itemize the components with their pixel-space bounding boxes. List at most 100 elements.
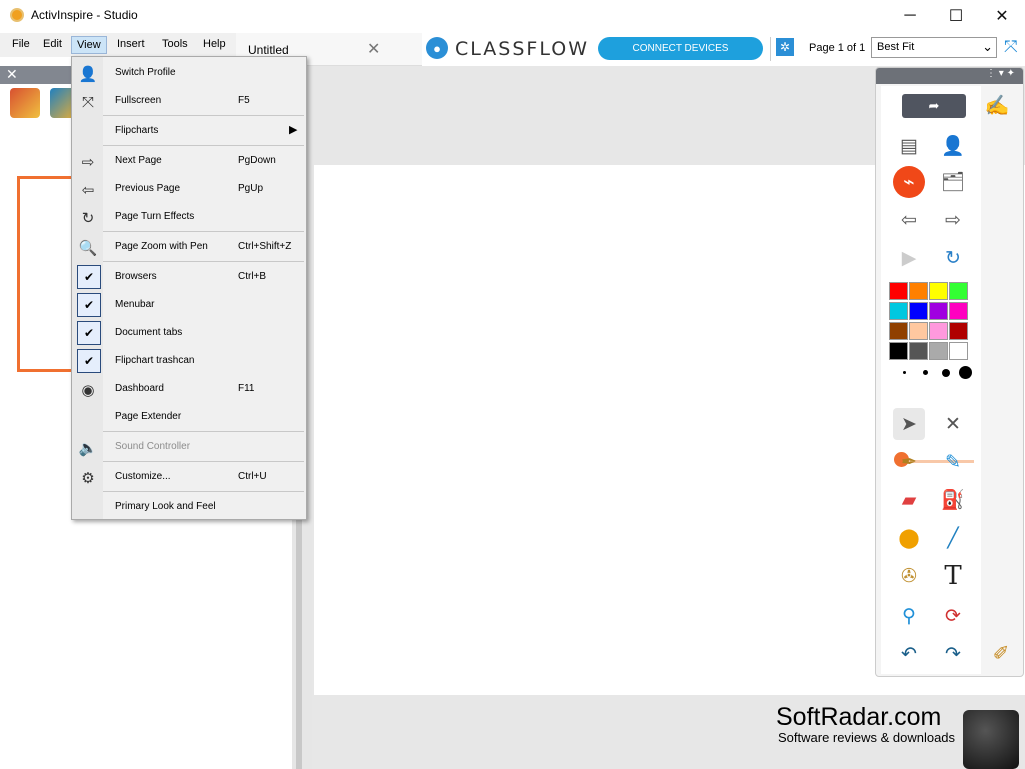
menu-help[interactable]: Help (198, 36, 231, 52)
window-title: ActivInspire - Studio (31, 8, 138, 22)
minimize-button[interactable]: ─ (887, 0, 933, 32)
tab-close-icon[interactable]: ✕ (367, 39, 380, 59)
title-bar: ActivInspire - Studio ─ ☐ ✕ (0, 0, 1025, 32)
toolbox-options-icon[interactable]: ⋮ ▾ ✦ (986, 68, 1015, 79)
menu-item-shortcut: PgUp (238, 183, 264, 194)
redo-icon[interactable]: ↷ (937, 638, 969, 670)
color-swatch[interactable] (909, 342, 928, 360)
menu-edit[interactable]: Edit (38, 36, 67, 52)
toolbox-header[interactable]: ⋮ ▾ ✦ (876, 68, 1023, 84)
view-menu-item[interactable]: Page Extender (72, 403, 306, 431)
pen-icon[interactable]: ✒ (893, 446, 925, 478)
play-icon[interactable]: ▶ (893, 242, 925, 274)
menu-file[interactable]: File (7, 36, 35, 52)
profile-tool-icon[interactable]: 👤 (937, 130, 969, 162)
pen-width-3[interactable] (942, 369, 950, 377)
chevron-down-icon: ⌄ (982, 39, 993, 54)
menu-insert[interactable]: Insert (112, 36, 150, 52)
checkmark-icon: ✔ (77, 321, 101, 345)
maximize-button[interactable]: ☐ (933, 0, 979, 32)
color-swatch[interactable] (929, 322, 948, 340)
menu-item-shortcut: F11 (238, 383, 255, 394)
zoom-select[interactable]: Best Fit ⌄ (871, 37, 997, 58)
view-menu-item[interactable]: ✔ Browsers Ctrl+B (72, 263, 306, 291)
menu-item-label: Fullscreen (115, 95, 162, 106)
tools-icon[interactable]: ✕ (937, 408, 969, 440)
eraser-icon[interactable]: ▰ (893, 484, 925, 516)
profile-icon: 👤 (78, 66, 98, 83)
color-swatch[interactable] (949, 302, 968, 320)
view-menu-item[interactable]: ◉ Dashboard F11 (72, 375, 306, 403)
menu-item-label: Flipchart trashcan (115, 355, 195, 366)
pen-width-4[interactable] (959, 366, 972, 379)
expand-icon[interactable]: ✲ (776, 38, 794, 56)
color-swatch[interactable] (889, 342, 908, 360)
menu-separator (103, 461, 304, 462)
color-swatch[interactable] (949, 342, 968, 360)
browsers-tool-icon[interactable]: ▤ (893, 130, 925, 162)
next-page-icon[interactable]: ⇨ (937, 204, 969, 236)
view-menu-item[interactable]: ↻ Page Turn Effects (72, 203, 306, 231)
view-menu-item[interactable]: ⇦ Previous Page PgUp (72, 175, 306, 203)
clear-icon[interactable]: ⚲ (893, 600, 925, 632)
highlighter-icon[interactable]: ✎ (937, 446, 969, 478)
view-menu-item[interactable]: ⇨ Next Page PgDown (72, 147, 306, 175)
pen-width-1[interactable] (903, 371, 906, 374)
text-tool-icon[interactable]: T (937, 560, 969, 592)
classflow-logo-icon: ● (426, 37, 448, 59)
page-browser-icon[interactable] (10, 88, 40, 118)
color-swatch[interactable] (889, 322, 908, 340)
color-swatch[interactable] (889, 282, 908, 300)
fill-icon[interactable]: ⛽ (937, 484, 969, 516)
magic-ink-icon[interactable]: ✇ (893, 560, 925, 592)
connect-devices-button[interactable]: CONNECT DEVICES (598, 37, 763, 60)
menu-separator (103, 145, 304, 146)
view-menu-item[interactable]: ⤧ Fullscreen F5 (72, 87, 306, 115)
view-menu-item[interactable]: Flipcharts ▶ (72, 117, 306, 145)
menu-separator (103, 115, 304, 116)
close-window-button[interactable]: ✕ (979, 0, 1025, 32)
undo-icon[interactable]: ↶ (893, 638, 925, 670)
view-menu-item[interactable]: ✔ Document tabs (72, 319, 306, 347)
reset-page-icon[interactable]: ⟳ (937, 600, 969, 632)
main-toolbox: ⋮ ▾ ✦ ➦ ▤ 👤 ⌁ 🗂 ⇦ ⇨ ▶ ↻ ➤ ✕ ✒ ✎ ▰ ⛽ ⬤ ╱ … (875, 67, 1024, 677)
view-menu-item[interactable]: ✔ Flipchart trashcan (72, 347, 306, 375)
view-menu-item[interactable]: ⚙ Customize... Ctrl+U (72, 463, 306, 491)
close-icon[interactable]: ✕ (6, 66, 18, 83)
menu-item-label: Dashboard (115, 383, 164, 394)
color-swatch[interactable] (929, 342, 948, 360)
color-swatch[interactable] (929, 302, 948, 320)
menu-item-label: Page Zoom with Pen (115, 241, 208, 252)
pen-width-2[interactable] (923, 370, 928, 375)
menu-view[interactable]: View (71, 36, 107, 54)
view-menu-item[interactable]: 🔍 Page Zoom with Pen Ctrl+Shift+Z (72, 233, 306, 261)
view-menu-item[interactable]: 👤 Switch Profile (72, 59, 306, 87)
previous-page-icon[interactable]: ⇦ (893, 204, 925, 236)
view-menu-item[interactable]: ✔ Menubar (72, 291, 306, 319)
trashcan-icon[interactable] (963, 710, 1019, 769)
menu-separator (103, 431, 304, 432)
connector-icon[interactable]: ╱ (937, 522, 969, 554)
resources-tool-icon[interactable]: 🗂 (937, 166, 969, 198)
color-swatch[interactable] (909, 282, 928, 300)
color-swatch[interactable] (949, 322, 968, 340)
select-tool-icon[interactable]: ➤ (893, 408, 925, 440)
fullscreen-icon[interactable]: ⤧ (1004, 37, 1018, 57)
color-swatch[interactable] (889, 302, 908, 320)
view-menu-item[interactable]: Primary Look and Feel (72, 493, 306, 521)
menu-tools[interactable]: Tools (157, 36, 193, 52)
menu-item-label: Sound Controller (115, 441, 191, 452)
color-swatch[interactable] (909, 302, 928, 320)
tab-untitled[interactable]: Untitled (248, 43, 289, 57)
page-turn-icon[interactable]: ↻ (937, 242, 969, 274)
color-swatch[interactable] (909, 322, 928, 340)
share-icon[interactable]: ➦ (902, 94, 966, 118)
shape-icon[interactable]: ⬤ (893, 522, 925, 554)
color-swatch[interactable] (949, 282, 968, 300)
color-swatch[interactable] (929, 282, 948, 300)
fullscreen-icon: ⤧ (81, 93, 94, 111)
desktop-annotate-icon[interactable]: ✍ (980, 88, 1014, 122)
classflow-tool-icon[interactable]: ⌁ (893, 166, 925, 198)
edit-profiles-icon[interactable]: ✐ (984, 636, 1018, 670)
watermark-title: SoftRadar.com (776, 703, 942, 731)
